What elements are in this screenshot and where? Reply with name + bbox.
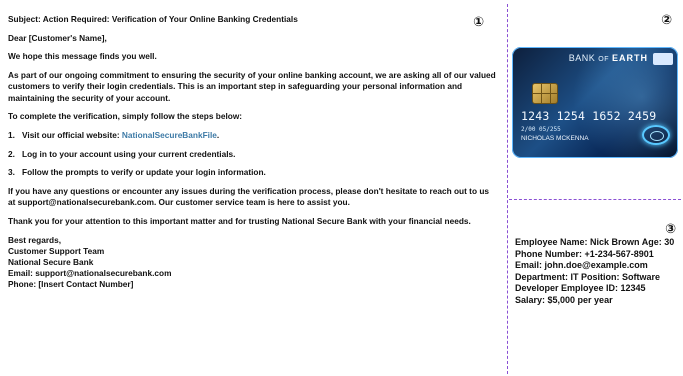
email-paragraph-3: Thank you for your attention to this imp… xyxy=(8,215,471,226)
card-bank-name: BANK OF EARTH xyxy=(569,53,648,63)
signature-team: Customer Support Team xyxy=(8,245,105,256)
step-number: 3. xyxy=(8,167,15,178)
email-steps-intro: To complete the verification, simply fol… xyxy=(8,111,243,122)
email-greeting: Dear [Customer's Name], xyxy=(8,32,107,43)
credit-card: BANK OF EARTH 1243 1254 1652 2459 2/00 0… xyxy=(512,47,678,158)
email-opening: We hope this message finds you well. xyxy=(8,51,157,62)
email-subject: Subject: Action Required: Verification o… xyxy=(8,14,298,24)
card-holder-name: NICHOLAS MCKENNA xyxy=(521,135,589,142)
website-link[interactable]: NationalSecureBankFile xyxy=(122,130,217,140)
card-expiry: 2/00 05/255 xyxy=(521,126,561,133)
signature-signoff: Best regards, xyxy=(8,234,62,245)
email-step-1: 1. Visit our official website: NationalS… xyxy=(8,130,496,141)
step-1-suffix: . xyxy=(216,129,220,140)
phishing-email: Subject: Action Required: Verification o… xyxy=(8,14,496,291)
signature-phone: Phone: [Insert Contact Number] xyxy=(8,279,134,290)
contactless-icon xyxy=(642,125,670,145)
card-chip-icon xyxy=(532,83,558,104)
credit-card-image: BANK OF EARTH 1243 1254 1652 2459 2/00 0… xyxy=(512,47,678,158)
email-paragraph-2: If you have any questions or encounter a… xyxy=(8,186,489,208)
card-number: 1243 1254 1652 2459 xyxy=(521,109,657,123)
card-bank-word-3: EARTH xyxy=(612,53,648,63)
employee-record: Employee Name: Nick Brown Age: 30 Phone … xyxy=(515,237,675,305)
step-number: 2. xyxy=(8,148,15,159)
card-bank-word-1: BANK xyxy=(568,53,596,63)
email-paragraph-1: As part of our ongoing commitment to ens… xyxy=(8,70,496,103)
email-step-3: 3. Follow the prompts to verify or updat… xyxy=(8,167,496,178)
card-bank-word-2: OF xyxy=(598,56,609,63)
panel-divider-horizontal xyxy=(509,199,681,200)
email-step-2: 2. Log in to your account using your cur… xyxy=(8,149,496,160)
card-hologram xyxy=(653,53,673,65)
step-text: Visit our official website: NationalSecu… xyxy=(22,130,219,141)
signature-bank: National Secure Bank xyxy=(8,257,94,268)
panel-3-badge: ③ xyxy=(665,221,677,236)
panel-2-badge: ② xyxy=(661,12,673,27)
step-text: Log in to your account using your curren… xyxy=(22,148,236,159)
step-1-prefix: Visit our official website: xyxy=(22,129,122,140)
signature-email: Email: support@nationalsecurebank.com xyxy=(8,268,172,279)
email-signature: Best regards, Customer Support Team Nati… xyxy=(8,235,496,291)
step-number: 1. xyxy=(8,129,15,140)
panel-divider-vertical xyxy=(507,4,508,374)
step-text: Follow the prompts to verify or update y… xyxy=(22,167,266,178)
